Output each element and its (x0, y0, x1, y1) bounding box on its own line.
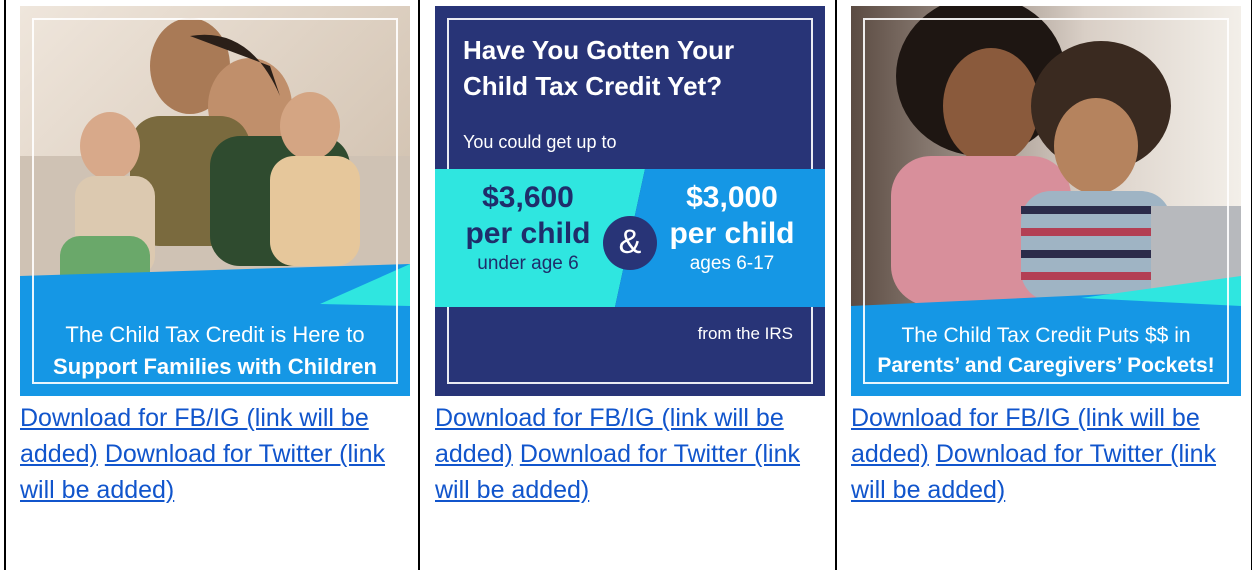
graphics-table: The Child Tax Credit is Here to Support … (0, 0, 1252, 570)
source-text: from the IRS (697, 324, 793, 343)
banner-line-1: The Child Tax Credit Puts $$ in (901, 324, 1191, 347)
amount-graphic: Have You Gotten Your Child Tax Credit Ye… (435, 6, 825, 396)
graphic-title: Have You Gotten Your Child Tax Credit Ye… (463, 35, 735, 101)
amount-age: under age 6 (477, 253, 579, 274)
banner-line-1: The Child Tax Credit is Here to (65, 322, 365, 347)
amount-value: $3,600 (482, 181, 574, 214)
table-cell-3: The Child Tax Credit Puts $$ in Parents’… (837, 0, 1252, 570)
amount-unit: per child (669, 217, 795, 250)
amount-6-17: $3,000 per child ages 6-17 (657, 180, 807, 276)
graphic-subtitle: You could get up to (463, 132, 617, 152)
banner-line-2: Support Families with Children (53, 354, 377, 379)
table-cell-1: The Child Tax Credit is Here to Support … (4, 0, 420, 570)
download-links: Download for FB/IG (link will be added) … (851, 400, 1241, 508)
download-links: Download for FB/IG (link will be added) … (20, 400, 410, 508)
amount-unit: per child (465, 217, 591, 250)
amount-age: ages 6-17 (689, 253, 775, 274)
parent-child-graphic: The Child Tax Credit Puts $$ in Parents’… (851, 6, 1241, 396)
family-graphic: The Child Tax Credit is Here to Support … (20, 6, 410, 396)
ampersand-circle: & (603, 216, 657, 270)
amount-under-6: $3,600 per child under age 6 (453, 180, 603, 276)
amount-value: $3,000 (686, 181, 778, 214)
download-links: Download for FB/IG (link will be added) … (435, 400, 825, 508)
table-cell-2: Have You Gotten Your Child Tax Credit Ye… (421, 0, 837, 570)
banner-line-2: Parents’ and Caregivers’ Pockets! (877, 354, 1215, 377)
